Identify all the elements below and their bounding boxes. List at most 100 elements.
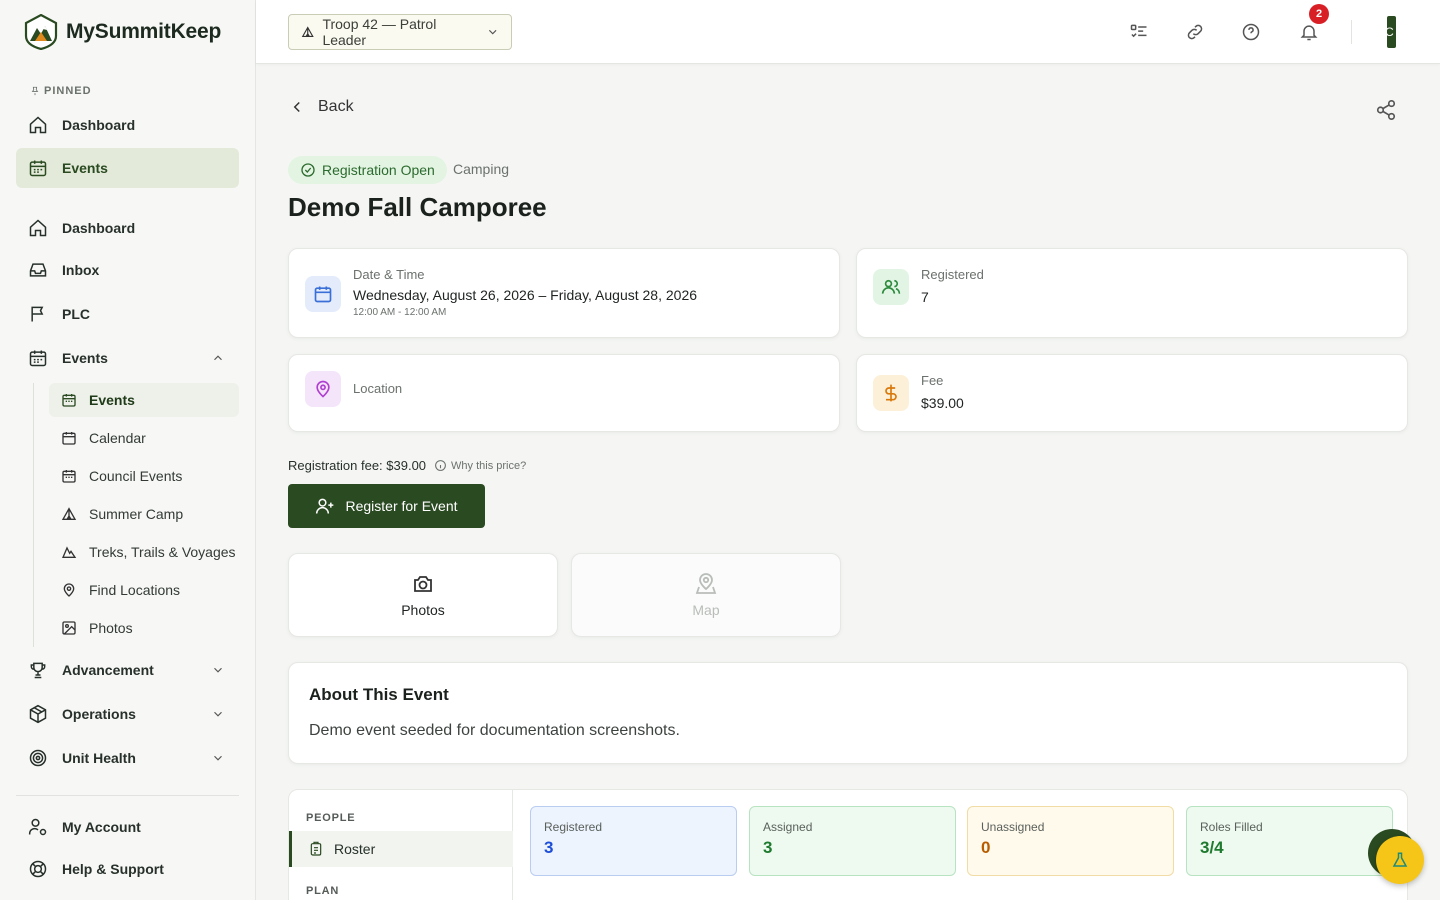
people-tab-nav: PEOPLE Roster PLAN — [289, 790, 513, 900]
help-circle-icon — [1242, 23, 1260, 41]
date-label: Date & Time — [353, 267, 425, 282]
help-icon-button[interactable] — [1237, 18, 1265, 46]
sub-item-council-events[interactable]: Council Events — [49, 459, 239, 493]
map-pin-icon — [63, 583, 75, 597]
sub-item-events[interactable]: Events — [49, 383, 239, 417]
user-cog-icon — [28, 818, 47, 836]
why-price-link[interactable]: Why this price? — [434, 459, 526, 472]
chevron-up-icon[interactable] — [211, 351, 225, 365]
sub-label: Treks, Trails & Voyages — [89, 544, 236, 560]
sub-item-photos[interactable]: Photos — [49, 611, 239, 645]
nav-label: Dashboard — [62, 117, 136, 133]
back-button[interactable]: Back — [288, 98, 354, 116]
check-circle-icon — [301, 163, 315, 177]
sidebar-item-operations[interactable]: Operations — [16, 694, 239, 734]
sub-item-treks[interactable]: Treks, Trails & Voyages — [49, 535, 239, 569]
sub-label: Calendar — [89, 430, 146, 446]
sidebar-item-unit-health[interactable]: Unit Health — [16, 738, 239, 778]
stat-roles-filled: Roles Filled 3/4 — [1186, 806, 1393, 876]
sub-item-find-locations[interactable]: Find Locations — [49, 573, 239, 607]
stat-assigned: Assigned 3 — [749, 806, 956, 876]
sidebar-item-dashboard[interactable]: Dashboard — [16, 208, 239, 248]
sidebar-item-plc[interactable]: PLC — [16, 294, 239, 334]
sub-item-calendar[interactable]: Calendar — [49, 421, 239, 455]
sidebar: MySummitKeep PINNED Dashboard Events Das… — [0, 0, 256, 900]
mountain-logo-icon — [24, 14, 58, 50]
calendar-icon — [62, 470, 76, 483]
location-label: Location — [353, 381, 403, 396]
bell-icon — [1300, 25, 1318, 41]
topbar-separator — [1351, 20, 1352, 44]
brand[interactable]: MySummitKeep — [24, 14, 221, 50]
tent-icon — [301, 26, 314, 38]
nav-label: Operations — [62, 706, 136, 722]
lifebuoy-icon — [29, 860, 47, 878]
nav-label: PLC — [62, 306, 90, 322]
sidebar-item-inbox[interactable]: Inbox — [16, 250, 239, 290]
map-pin-icon — [316, 380, 330, 398]
fee-card: Fee $39.00 — [856, 354, 1408, 432]
stat-value: 3 — [763, 838, 773, 857]
clipboard-icon — [310, 841, 322, 856]
pinned-item-events[interactable]: Events — [16, 148, 239, 188]
unit-selector-value: Troop 42 — Patrol Leader — [322, 16, 437, 48]
feedback-fab-button[interactable] — [1376, 836, 1424, 884]
chevron-down-icon[interactable] — [211, 663, 225, 677]
tab-roster[interactable]: Roster — [289, 831, 513, 867]
photos-tile-label: Photos — [401, 602, 445, 618]
nav-label: My Account — [62, 819, 141, 835]
share-icon[interactable] — [1375, 99, 1397, 121]
nav-label: Help & Support — [62, 861, 164, 877]
about-text: Demo event seeded for documentation scre… — [309, 722, 680, 739]
sub-item-summer-camp[interactable]: Summer Camp — [49, 497, 239, 531]
chevron-down-icon[interactable] — [211, 707, 225, 721]
link-icon — [1187, 24, 1203, 40]
sidebar-item-events[interactable]: Events — [16, 338, 239, 378]
app-name: MySummitKeep — [66, 20, 222, 43]
trophy-icon — [30, 662, 46, 679]
flask-icon — [1392, 852, 1408, 867]
sidebar-item-help[interactable]: Help & Support — [16, 849, 239, 889]
stat-label: Unassigned — [981, 820, 1045, 834]
stat-label: Assigned — [763, 820, 813, 834]
people-panel: PEOPLE Roster PLAN Registered 3 Assigned… — [288, 789, 1408, 900]
tent-icon — [61, 507, 77, 520]
notifications-button[interactable]: 2 — [1295, 4, 1329, 46]
sidebar-item-my-account[interactable]: My Account — [16, 807, 239, 847]
nav-label: Events — [62, 160, 108, 176]
date-value: Wednesday, August 26, 2026 – Friday, Aug… — [353, 287, 698, 303]
stat-unassigned: Unassigned 0 — [967, 806, 1174, 876]
sub-label: Council Events — [89, 468, 183, 484]
registered-value: 7 — [921, 289, 929, 305]
pinned-label-text: PINNED — [44, 85, 92, 97]
user-plus-icon — [316, 498, 334, 514]
registration-fee-line: Registration fee: $39.00 Why this price? — [288, 458, 526, 473]
notification-badge: 2 — [1309, 4, 1329, 24]
chevron-down-icon — [488, 29, 497, 35]
register-button[interactable]: Register for Event — [288, 484, 485, 528]
sidebar-item-advancement[interactable]: Advancement — [16, 650, 239, 690]
checklist-icon-button[interactable] — [1125, 18, 1153, 46]
calendar-icon — [314, 286, 332, 303]
checklist-icon — [1130, 24, 1147, 38]
avatar[interactable]: C — [1387, 16, 1396, 48]
status-text: Registration Open — [322, 162, 435, 178]
tab-group-plan: PLAN — [306, 885, 340, 897]
unit-selector[interactable]: Troop 42 — Patrol Leader — [288, 14, 512, 50]
sub-label: Events — [89, 392, 135, 408]
dollar-icon — [885, 384, 897, 402]
chevron-down-icon[interactable] — [211, 751, 225, 765]
link-icon-button[interactable] — [1181, 18, 1209, 46]
map-tile: Map — [571, 553, 841, 637]
pinned-item-dashboard[interactable]: Dashboard — [16, 105, 239, 145]
map-user-icon — [695, 573, 717, 594]
calendar-icon — [29, 350, 47, 367]
photos-tile[interactable]: Photos — [288, 553, 558, 637]
submenu-rail — [33, 383, 34, 647]
date-icon-box — [305, 276, 341, 312]
flag-icon — [31, 306, 44, 322]
pinned-section-label: PINNED — [30, 85, 92, 97]
page-title: Demo Fall Camporee — [288, 192, 547, 222]
nav-label: Advancement — [62, 662, 154, 678]
tab-group-people: PEOPLE — [306, 812, 356, 824]
